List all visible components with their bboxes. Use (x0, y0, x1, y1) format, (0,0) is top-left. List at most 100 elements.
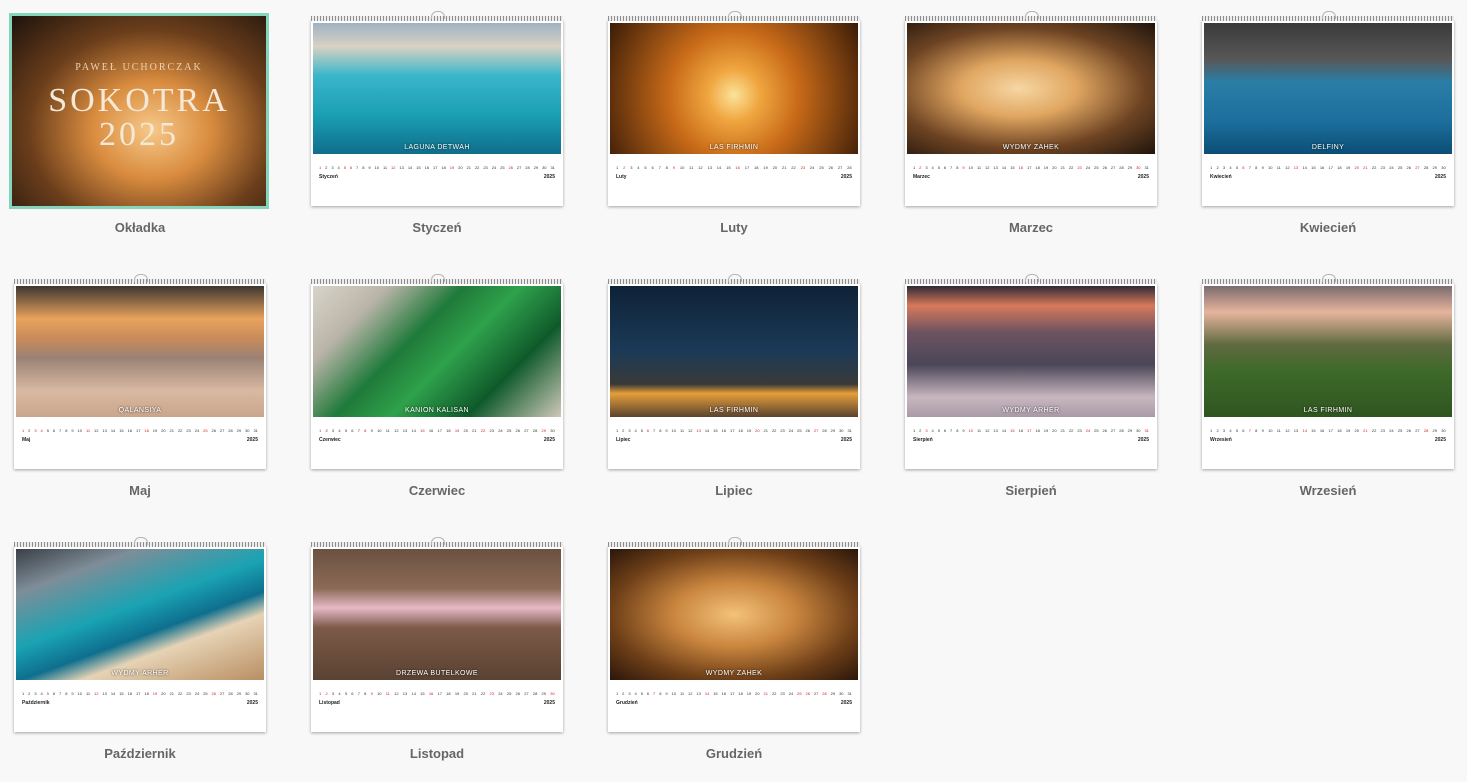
month-card[interactable]: DELFINY 1 2 3 4 5 6 7 8 9 10 11 12 13 14 15 16 17 18 19 20 21… (1202, 11, 1454, 206)
day-number: 23 (483, 165, 488, 170)
day-number: 26 (1406, 428, 1411, 433)
day-number: 22 (1371, 165, 1377, 170)
day-number: 8 (364, 691, 367, 696)
day-number: 14 (407, 165, 413, 170)
day-number: 10 (1268, 428, 1273, 433)
day-number: 5 (1235, 428, 1239, 433)
day-number: 12 (688, 691, 693, 696)
day-number: 23 (780, 428, 785, 433)
month-caption: Czerwiec (408, 483, 466, 498)
day-number: 27 (1110, 165, 1116, 170)
day-number: 18 (754, 165, 759, 170)
month-card[interactable]: DRZEWA BUTELKOWE 1 2 3 4 5 6 7 8 9 10 11 12 13 14 15 16 1… (311, 537, 563, 732)
day-number: 9 (370, 691, 373, 696)
day-number: 27 (219, 428, 225, 433)
day-number: 16 (1319, 428, 1325, 433)
day-number: 26 (828, 165, 833, 170)
day-number: 1 (22, 691, 25, 696)
day-number: 20 (161, 428, 166, 433)
day-number: 17 (437, 428, 442, 433)
day-number: 6 (943, 165, 947, 170)
cover-title: SOKOTRA (48, 82, 230, 119)
day-number: 30 (245, 428, 250, 433)
day-number: 8 (1255, 428, 1258, 433)
day-number: 12 (394, 691, 399, 696)
day-number: 13 (993, 165, 998, 170)
day-number: 7 (653, 691, 656, 696)
day-number: 29 (1432, 165, 1437, 170)
day-number: 2 (1216, 165, 1219, 170)
day-number: 3 (630, 165, 633, 170)
month-card[interactable]: LAS FIRHMIN 1 2 3 4 5 6 7 8 9 10 11 12 13 14 15 16 17 18 19… (608, 11, 860, 206)
day-number: 12 (94, 428, 99, 433)
day-number: 1 (616, 165, 619, 170)
day-number: 20 (1052, 165, 1057, 170)
month-card[interactable]: LAGUNA DETWAH 1 2 3 4 5 6 7 8 9 10 11 12 13 14 15 16 17 18… (311, 11, 563, 206)
month-card[interactable]: KANION KALISAN 1 2 3 4 5 6 7 8 9 10 11 12 13 14 15 16 17 1… (311, 274, 563, 469)
day-number: 3 (331, 691, 335, 696)
day-number: 13 (402, 428, 408, 433)
day-numbers-row: 1 2 3 4 5 6 7 8 9 10 11 12 13 14 15 16 17 18 19 20 21 22 23 24 2… (913, 165, 1149, 173)
month-card[interactable]: WYDMY ZAHEK 1 2 3 4 5 6 7 8 9 10 11 12 13 14 15 16 17 18 19… (608, 537, 860, 732)
year-label: 2025 (1137, 437, 1149, 443)
month-card[interactable]: QALANSIYA 1 2 3 4 5 6 7 8 9 10 11 12 13 14 15 16 17 18 19 20… (14, 274, 266, 469)
month-caption: Wrzesień (1299, 483, 1357, 498)
day-number: 19 (152, 691, 158, 696)
day-number: 25 (1397, 165, 1403, 170)
day-number: 10 (77, 691, 82, 696)
month-card[interactable]: LAS FIRHMIN 1 2 3 4 5 6 7 8 9 10 11 12 13 14 15 16 17 18 19… (1202, 274, 1454, 469)
day-number: 9 (665, 428, 668, 433)
day-number: 20 (772, 165, 778, 170)
day-number: 5 (344, 428, 348, 433)
day-number: 4 (1229, 165, 1232, 170)
month-card[interactable]: LAS FIRHMIN 1 2 3 4 5 6 7 8 9 10 11 12 13 14 15 16 17 18 19… (608, 274, 860, 469)
day-number: 2 (325, 165, 328, 170)
month-card[interactable]: WYDMY ARHER 1 2 3 4 5 6 7 8 9 10 11 12 13 14 15 16 17 18 19… (905, 274, 1157, 469)
day-number: 9 (962, 428, 965, 433)
month-photo: WYDMY ZAHEK (610, 549, 858, 680)
month-label: Kwiecień (1210, 174, 1232, 180)
cover-card[interactable]: PAWEŁ UCHORCZAK SOKOTRA 2025 (9, 13, 269, 209)
day-number: 24 (788, 691, 794, 696)
month-caption: Październik (104, 746, 176, 761)
cover-author: PAWEŁ UCHORCZAK (75, 62, 203, 73)
day-number: 24 (498, 691, 503, 696)
day-number: 29 (541, 691, 546, 696)
day-number: 7 (658, 165, 661, 170)
month-card[interactable]: WYDMY ARHER 1 2 3 4 5 6 7 8 9 10 11 12 13 14 15 16 17 18 19… (14, 537, 266, 732)
day-number: 27 (524, 428, 529, 433)
day-number: 10 (77, 428, 82, 433)
photo-title: DELFINY (1311, 144, 1345, 151)
month-caption: Lipiec (715, 483, 753, 498)
day-number: 30 (1441, 428, 1446, 433)
year-label: 2025 (1434, 437, 1446, 443)
day-number: 23 (489, 428, 494, 433)
day-number: 8 (1255, 165, 1258, 170)
day-number: 28 (1423, 165, 1429, 170)
day-number: 6 (52, 691, 56, 696)
day-number: 13 (696, 428, 701, 433)
day-number: 26 (1406, 165, 1411, 170)
day-number: 9 (1261, 165, 1264, 170)
day-number: 31 (847, 691, 852, 696)
day-number: 9 (672, 165, 675, 170)
day-number: 16 (428, 691, 434, 696)
month-card[interactable]: WYDMY ZAHEK 1 2 3 4 5 6 7 8 9 10 11 12 13 14 15 16 17 18 19… (905, 11, 1157, 206)
day-number: 12 (394, 428, 399, 433)
day-number: 7 (1248, 165, 1251, 170)
day-number: 29 (1432, 428, 1437, 433)
day-number: 23 (186, 428, 191, 433)
day-number: 27 (813, 428, 819, 433)
day-number: 22 (474, 165, 480, 170)
day-number: 7 (357, 428, 360, 433)
day-numbers-row: 1 2 3 4 5 6 7 8 9 10 11 12 13 14 15 16 17 18 19 20 21 22 23 24 2… (319, 165, 555, 173)
day-number: 16 (1018, 428, 1024, 433)
day-number: 17 (432, 165, 438, 170)
day-number: 1 (319, 691, 322, 696)
day-number: 19 (763, 165, 768, 170)
day-number: 10 (671, 428, 676, 433)
day-number: 10 (374, 165, 379, 170)
day-number: 7 (356, 165, 359, 170)
day-number: 29 (830, 428, 836, 433)
day-number: 18 (441, 165, 446, 170)
